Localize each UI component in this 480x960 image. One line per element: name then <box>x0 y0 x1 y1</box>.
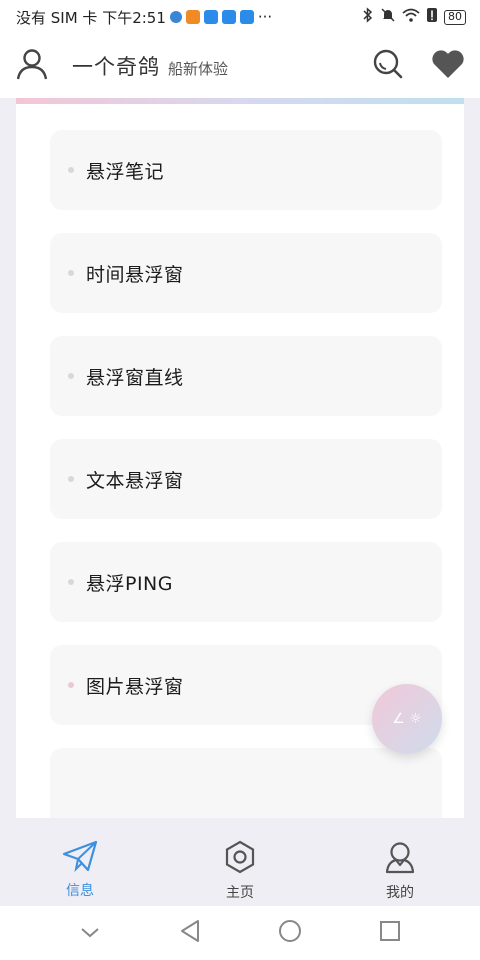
bullet-dot <box>68 373 74 379</box>
favorites-button[interactable] <box>430 48 466 84</box>
tab-mine[interactable]: 我的 <box>320 818 480 906</box>
notification-app-icon <box>239 10 254 24</box>
alert-icon <box>426 7 438 27</box>
recents-square-icon <box>379 920 401 946</box>
search-icon <box>372 48 404 84</box>
tab-info-label: 信息 <box>66 883 94 899</box>
bullet-dot <box>68 476 74 482</box>
bullet-dot <box>68 270 74 276</box>
bullet-dot <box>68 167 74 173</box>
back-button[interactable] <box>175 918 205 948</box>
fab-label: ∠ ☼ <box>392 711 422 727</box>
bottom-nav: 信息 主页 我的 <box>0 818 480 906</box>
header-actions <box>370 48 466 84</box>
notification-app-icon <box>185 10 200 24</box>
status-carrier-time: 没有 SIM 卡 下午2:51 <box>16 8 166 27</box>
heart-icon <box>431 49 465 83</box>
hexagon-icon <box>223 840 257 878</box>
notification-app-icon <box>221 10 236 24</box>
search-button[interactable] <box>370 48 406 84</box>
more-notifications-icon: ··· <box>257 8 273 26</box>
user-icon <box>15 47 49 85</box>
recents-button[interactable] <box>375 918 405 948</box>
back-triangle-icon <box>179 919 201 947</box>
list-item-label: 悬浮PING <box>86 572 173 595</box>
app-header: 一个奇鸽 船新体验 <box>0 34 480 98</box>
list-item[interactable]: 悬浮笔记 <box>50 130 442 210</box>
paper-plane-icon <box>62 840 98 876</box>
app-subtitle: 船新体验 <box>168 60 229 78</box>
tab-home[interactable]: 主页 <box>160 818 320 906</box>
tab-info[interactable]: 信息 <box>0 818 160 906</box>
status-right: 80 <box>362 7 466 27</box>
list-item[interactable]: 悬浮PING <box>50 542 442 622</box>
home-button[interactable] <box>275 918 305 948</box>
tab-home-label: 主页 <box>226 885 254 901</box>
user-icon <box>383 840 417 878</box>
tab-mine-label: 我的 <box>386 885 414 901</box>
hide-nav-button[interactable] <box>75 918 105 948</box>
bluetooth-icon <box>362 7 374 27</box>
list-item-label: 时间悬浮窗 <box>86 263 184 286</box>
list-item-label: 文本悬浮窗 <box>86 469 184 492</box>
list-item[interactable]: 悬浮窗直线 <box>50 336 442 416</box>
mute-bell-icon <box>380 7 396 27</box>
bullet-dot <box>68 682 74 688</box>
list-item[interactable]: 文本悬浮窗 <box>50 439 442 519</box>
list-item-label: 悬浮窗直线 <box>86 366 184 389</box>
floating-action-button[interactable]: ∠ ☼ <box>372 684 442 754</box>
app-title: 一个奇鸽 <box>72 55 160 79</box>
notification-app-icon <box>169 11 182 23</box>
notification-app-icon <box>203 10 218 24</box>
status-bar: 没有 SIM 卡 下午2:51 ··· 80 <box>0 0 480 34</box>
profile-button[interactable] <box>14 48 50 84</box>
list-item[interactable] <box>50 748 442 818</box>
status-left: 没有 SIM 卡 下午2:51 ··· <box>16 7 362 28</box>
list-item[interactable]: 时间悬浮窗 <box>50 233 442 313</box>
battery-indicator: 80 <box>444 9 466 25</box>
wifi-icon <box>402 8 420 26</box>
title-group: 一个奇鸽 船新体验 <box>72 51 370 81</box>
chevron-down-icon <box>80 924 100 943</box>
bullet-dot <box>68 579 74 585</box>
list-item-label: 图片悬浮窗 <box>86 675 184 698</box>
home-circle-icon <box>278 919 302 947</box>
system-nav-bar <box>0 906 480 960</box>
list-item-label: 悬浮笔记 <box>86 160 165 183</box>
